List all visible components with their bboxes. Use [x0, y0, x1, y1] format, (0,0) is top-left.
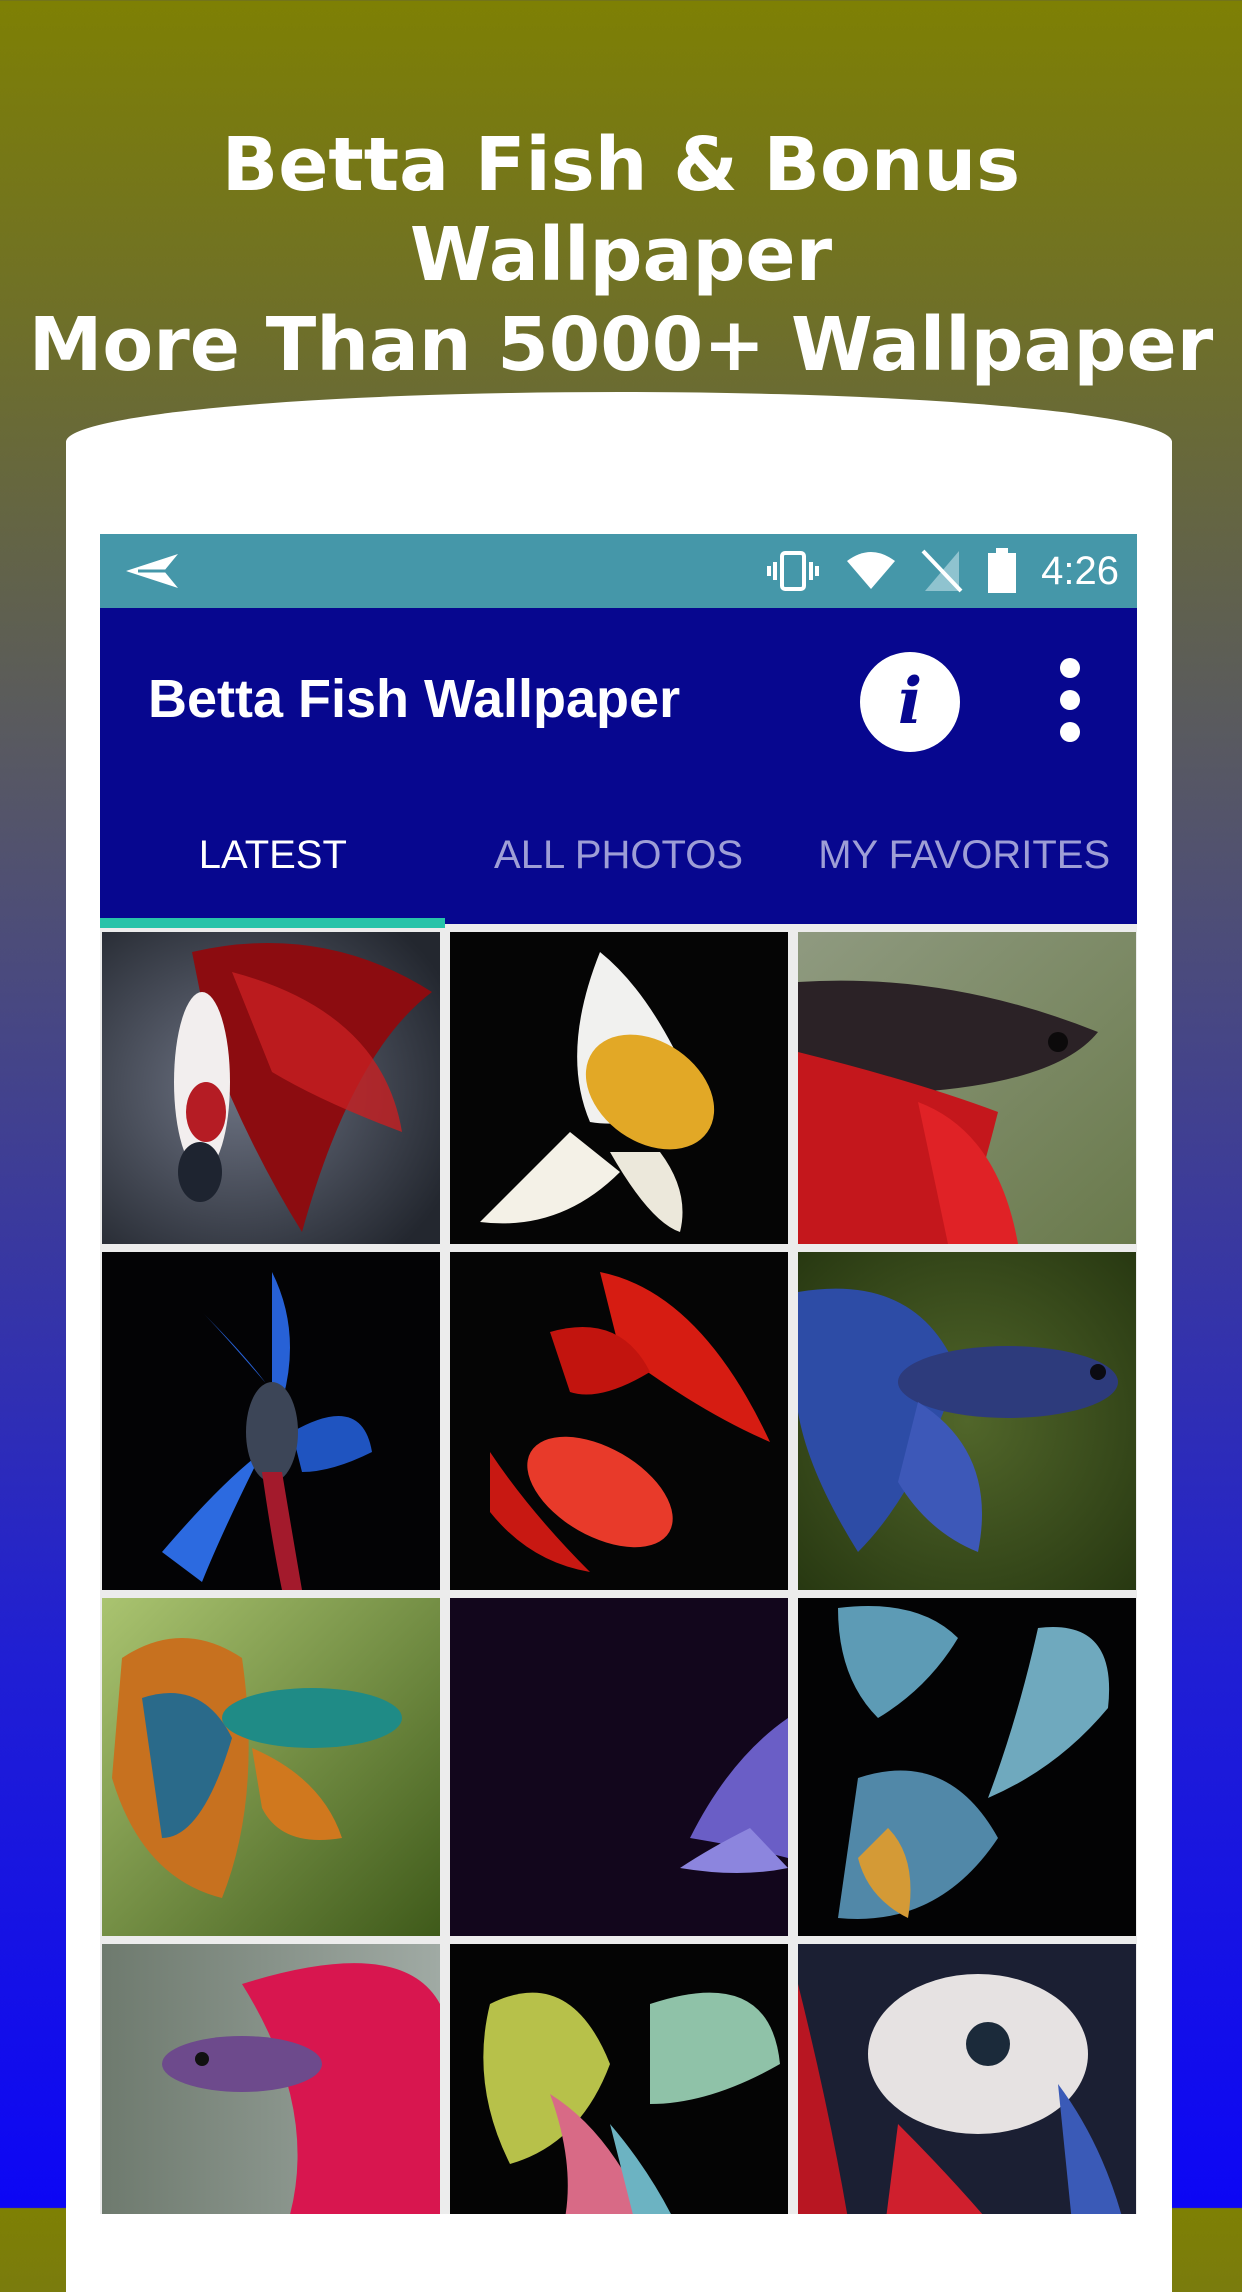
wallpaper-thumb[interactable]: [798, 1944, 1136, 2214]
wallpaper-thumb[interactable]: [102, 1252, 440, 1590]
promo-line-1: Betta Fish & Bonus Wallpaper: [221, 122, 1021, 298]
wallpaper-thumb[interactable]: [798, 1252, 1136, 1590]
wallpaper-thumb[interactable]: [450, 1252, 788, 1590]
wallpaper-thumb[interactable]: [798, 1598, 1136, 1936]
wallpaper-thumb[interactable]: [450, 932, 788, 1244]
wallpaper-thumb[interactable]: [798, 932, 1136, 1244]
phone-screen: 4:26 Betta Fish Wallpaper i LATEST ALL P…: [100, 534, 1137, 2214]
send-icon: [126, 554, 178, 588]
tab-indicator: [100, 918, 445, 928]
status-bar: 4:26: [100, 534, 1137, 608]
tab-bar: LATEST ALL PHOTOS MY FAVORITES: [100, 794, 1137, 924]
no-sim-icon: [921, 549, 963, 593]
promo-line-2: More Than 5000+ Wallpaper: [28, 302, 1214, 388]
wallpaper-thumb[interactable]: [450, 1944, 788, 2214]
status-icons: 4:26: [765, 534, 1119, 608]
wifi-icon: [847, 552, 896, 589]
status-time: 4:26: [1041, 548, 1119, 593]
vibrate-icon: [767, 551, 820, 591]
tab-my-favorites[interactable]: MY FAVORITES: [791, 794, 1137, 924]
wallpaper-grid: [102, 932, 1136, 2214]
wallpaper-thumb[interactable]: [102, 1944, 440, 2214]
wallpaper-thumb[interactable]: [450, 1598, 788, 1936]
battery-icon: [988, 548, 1017, 593]
tab-all-photos[interactable]: ALL PHOTOS: [446, 794, 792, 924]
tab-latest[interactable]: LATEST: [100, 794, 446, 924]
more-vert-icon[interactable]: [1040, 658, 1100, 746]
wallpaper-thumb[interactable]: [102, 932, 440, 1244]
app-bar: Betta Fish Wallpaper i: [100, 608, 1137, 794]
wallpaper-thumb[interactable]: [102, 1598, 440, 1936]
promo-title: Betta Fish & Bonus Wallpaper More Than 5…: [0, 120, 1242, 390]
phone-frame-edge-right: [1132, 460, 1172, 2220]
info-icon[interactable]: i: [860, 652, 960, 752]
app-title: Betta Fish Wallpaper: [148, 669, 681, 729]
